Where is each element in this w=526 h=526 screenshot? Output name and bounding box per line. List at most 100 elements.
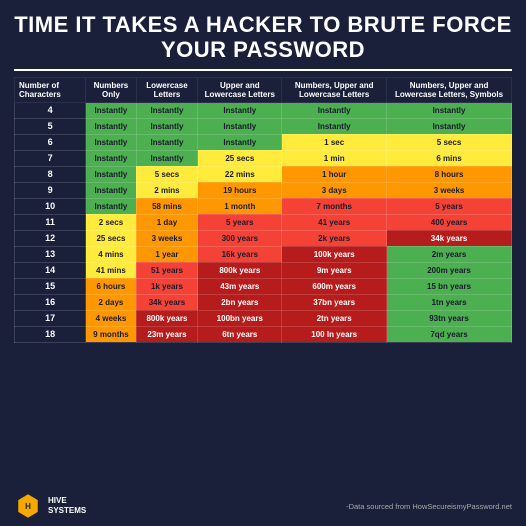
time-cell: 51 years [136, 262, 198, 278]
time-cell: 8 hours [387, 166, 512, 182]
time-cell: 2 days [86, 294, 136, 310]
time-cell: 3 weeks [136, 230, 198, 246]
time-cell: 34k years [387, 230, 512, 246]
time-cell: 34k years [136, 294, 198, 310]
time-cell: Instantly [86, 134, 136, 150]
time-cell: 5 years [387, 198, 512, 214]
char-count-cell: 6 [15, 134, 86, 150]
time-cell: 6 hours [86, 278, 136, 294]
time-cell: 3 weeks [387, 182, 512, 198]
time-cell: Instantly [387, 102, 512, 118]
svg-text:H: H [25, 502, 31, 511]
page-title: TIME IT TAKES A HACKER TO BRUTE FORCE YO… [14, 12, 512, 63]
time-cell: Instantly [282, 118, 387, 134]
char-count-cell: 18 [15, 326, 86, 342]
col-header-lowercase: Lowercase Letters [136, 77, 198, 102]
table-row: 10Instantly58 mins1 month7 months5 years [15, 198, 512, 214]
time-cell: 400 years [387, 214, 512, 230]
time-cell: 5 secs [387, 134, 512, 150]
time-cell: 100k years [282, 246, 387, 262]
time-cell: 1 year [136, 246, 198, 262]
time-cell: 41 years [282, 214, 387, 230]
table-row: 162 days34k years2bn years37bn years1tn … [15, 294, 512, 310]
time-cell: Instantly [198, 118, 282, 134]
time-cell: Instantly [282, 102, 387, 118]
time-cell: Instantly [86, 182, 136, 198]
time-cell: Instantly [136, 102, 198, 118]
char-count-cell: 13 [15, 246, 86, 262]
logo: H HIVE SYSTEMS [14, 492, 86, 520]
time-cell: 2m years [387, 246, 512, 262]
time-cell: Instantly [86, 118, 136, 134]
time-cell: 15 bn years [387, 278, 512, 294]
time-cell: 1 sec [282, 134, 387, 150]
table-row: 156 hours1k years43m years600m years15 b… [15, 278, 512, 294]
hive-logo-icon: H [14, 492, 42, 520]
time-cell: 6 mins [387, 150, 512, 166]
main-container: TIME IT TAKES A HACKER TO BRUTE FORCE YO… [0, 0, 526, 526]
char-count-cell: 17 [15, 310, 86, 326]
time-cell: 43m years [198, 278, 282, 294]
table-row: 174 weeks800k years100bn years2tn years9… [15, 310, 512, 326]
table-row: 7InstantlyInstantly25 secs1 min6 mins [15, 150, 512, 166]
table-row: 4InstantlyInstantlyInstantlyInstantlyIns… [15, 102, 512, 118]
time-cell: Instantly [86, 102, 136, 118]
time-cell: 9m years [282, 262, 387, 278]
time-cell: 300 years [198, 230, 282, 246]
time-cell: 3 days [282, 182, 387, 198]
time-cell: 25 secs [86, 230, 136, 246]
table-row: 112 secs1 day5 years41 years400 years [15, 214, 512, 230]
time-cell: 2tn years [282, 310, 387, 326]
time-cell: 22 mins [198, 166, 282, 182]
time-cell: 16k years [198, 246, 282, 262]
time-cell: 1 day [136, 214, 198, 230]
time-cell: 5 years [198, 214, 282, 230]
time-cell: 100 In years [282, 326, 387, 342]
time-cell: Instantly [136, 134, 198, 150]
time-cell: 58 mins [136, 198, 198, 214]
time-cell: 41 mins [86, 262, 136, 278]
time-cell: 1 month [198, 198, 282, 214]
time-cell: 1 hour [282, 166, 387, 182]
time-cell: 7 months [282, 198, 387, 214]
time-cell: 93tn years [387, 310, 512, 326]
time-cell: 25 secs [198, 150, 282, 166]
col-header-mixed-case: Upper and Lowercase Letters [198, 77, 282, 102]
time-cell: 800k years [198, 262, 282, 278]
table-row: 5InstantlyInstantlyInstantlyInstantlyIns… [15, 118, 512, 134]
char-count-cell: 7 [15, 150, 86, 166]
table-row: 8Instantly5 secs22 mins1 hour8 hours [15, 166, 512, 182]
table-row: 9Instantly2 mins19 hours3 days3 weeks [15, 182, 512, 198]
char-count-cell: 4 [15, 102, 86, 118]
char-count-cell: 15 [15, 278, 86, 294]
table-row: 1225 secs3 weeks300 years2k years34k yea… [15, 230, 512, 246]
char-count-cell: 9 [15, 182, 86, 198]
char-count-cell: 10 [15, 198, 86, 214]
time-cell: Instantly [198, 134, 282, 150]
char-count-cell: 5 [15, 118, 86, 134]
char-count-cell: 8 [15, 166, 86, 182]
time-cell: 600m years [282, 278, 387, 294]
time-cell: 2k years [282, 230, 387, 246]
time-cell: 4 mins [86, 246, 136, 262]
time-cell: 2 mins [136, 182, 198, 198]
time-cell: 2bn years [198, 294, 282, 310]
col-header-chars: Number of Characters [15, 77, 86, 102]
time-cell: Instantly [198, 102, 282, 118]
logo-text: HIVE SYSTEMS [48, 496, 86, 517]
col-header-full: Numbers, Upper and Lowercase Letters, Sy… [387, 77, 512, 102]
char-count-cell: 11 [15, 214, 86, 230]
time-cell: 800k years [136, 310, 198, 326]
time-cell: 5 secs [136, 166, 198, 182]
time-cell: 19 hours [198, 182, 282, 198]
time-cell: 6tn years [198, 326, 282, 342]
time-cell: 2 secs [86, 214, 136, 230]
title-divider [14, 69, 512, 71]
char-count-cell: 12 [15, 230, 86, 246]
data-source: -Data sourced from HowSecureismyPassword… [346, 502, 512, 511]
table-row: 6InstantlyInstantlyInstantly1 sec5 secs [15, 134, 512, 150]
time-cell: 1 min [282, 150, 387, 166]
time-cell: 7qd years [387, 326, 512, 342]
time-cell: Instantly [86, 150, 136, 166]
table-wrapper: Number of Characters Numbers Only Lowerc… [14, 77, 512, 488]
